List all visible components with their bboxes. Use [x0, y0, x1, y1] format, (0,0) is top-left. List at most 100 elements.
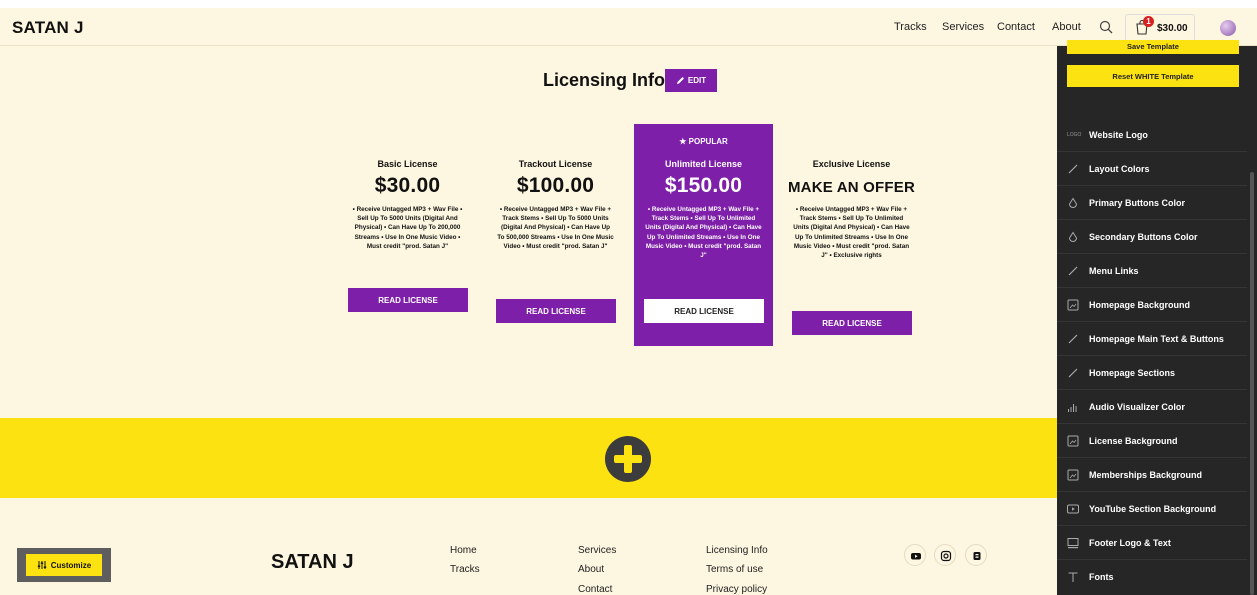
cart-total: $30.00 — [1157, 23, 1188, 34]
panel-item-license-background[interactable]: License Background — [1057, 424, 1247, 458]
license-price: MAKE AN OFFER — [787, 179, 916, 196]
reset-template-button[interactable]: Reset WHITE Template — [1067, 65, 1239, 87]
panel-item-website-logo[interactable]: LOGO Website Logo — [1057, 118, 1247, 152]
panel-item-label: Footer Logo & Text — [1089, 538, 1171, 548]
footer-link-home[interactable]: Home — [450, 545, 477, 556]
popular-tag: ★ POPULAR — [634, 137, 773, 146]
panel-item-primary-buttons-color[interactable]: Primary Buttons Color — [1057, 186, 1247, 220]
panel-item-label: Website Logo — [1089, 130, 1148, 140]
brush-icon — [1067, 333, 1079, 345]
license-price: $100.00 — [516, 174, 595, 197]
drop-icon — [1067, 197, 1079, 209]
panel-scrollbar[interactable] — [1250, 172, 1254, 595]
license-card-unlimited: ★ POPULAR Unlimited License $150.00 • Re… — [634, 124, 773, 346]
customize-container: Customize — [17, 548, 111, 582]
license-description: • Receive Untagged MP3 + Wav File + Trac… — [793, 206, 910, 260]
pencil-icon — [676, 77, 684, 84]
edit-label: EDIT — [687, 76, 707, 85]
avatar[interactable] — [1220, 20, 1236, 36]
license-description: • Receive Untagged MP3 + Wav File + Trac… — [497, 206, 614, 250]
monitor-icon — [1067, 537, 1079, 549]
image-icon — [1067, 435, 1079, 447]
read-license-button[interactable]: READ LICENSE — [496, 299, 616, 323]
nav-tracks[interactable]: Tracks — [894, 21, 927, 33]
panel-item-menu-links[interactable]: Menu Links — [1057, 254, 1247, 288]
footer-link-about[interactable]: About — [578, 564, 604, 575]
panel-item-homepage-background[interactable]: Homepage Background — [1057, 288, 1247, 322]
search-icon[interactable] — [1099, 20, 1113, 34]
license-card-trackout: Trackout License $100.00 • Receive Untag… — [486, 124, 625, 346]
nav-about[interactable]: About — [1052, 21, 1081, 33]
footer-link-tracks[interactable]: Tracks — [450, 564, 480, 575]
license-description: • Receive Untagged MP3 + Wav File + Trac… — [645, 206, 762, 260]
panel-item-audio-visualizer-color[interactable]: Audio Visualizer Color — [1057, 390, 1247, 424]
play-icon — [1067, 503, 1079, 515]
licensing-title: Licensing Info — [543, 70, 666, 90]
license-card-exclusive: Exclusive License MAKE AN OFFER • Receiv… — [782, 124, 921, 346]
panel-item-label: Homepage Sections — [1089, 368, 1176, 378]
nav-contact[interactable]: Contact — [997, 21, 1035, 33]
youtube-icon[interactable] — [904, 544, 926, 566]
footer-link-licensing[interactable]: Licensing Info — [706, 545, 768, 556]
license-price: $30.00 — [374, 174, 441, 197]
customize-label: Customize — [50, 560, 92, 570]
customizer-panel: Save Template Reset WHITE Template LOGO … — [1057, 40, 1257, 595]
brush-icon — [1067, 367, 1079, 379]
panel-item-youtube-section-background[interactable]: YouTube Section Background — [1057, 492, 1247, 526]
brush-icon — [1067, 163, 1079, 175]
bars-icon — [1067, 401, 1079, 413]
text-icon — [1067, 571, 1079, 583]
popular-label: POPULAR — [688, 137, 728, 146]
top-strip — [0, 0, 1257, 8]
add-section-button[interactable] — [605, 436, 651, 482]
footer-link-privacy[interactable]: Privacy policy — [706, 584, 767, 595]
panel-item-footer-logo-text[interactable]: Footer Logo & Text — [1057, 526, 1247, 560]
license-description: • Receive Untagged MP3 + Wav File • Sell… — [352, 206, 463, 250]
drop-icon — [1067, 231, 1079, 243]
panel-item-secondary-buttons-color[interactable]: Secondary Buttons Color — [1057, 220, 1247, 254]
add-section-band — [0, 418, 1057, 498]
customize-button[interactable]: Customize — [26, 554, 102, 576]
panel-item-label: YouTube Section Background — [1089, 504, 1217, 514]
image-icon — [1067, 299, 1079, 311]
panel-item-label: License Background — [1089, 436, 1178, 446]
read-license-button[interactable]: READ LICENSE — [792, 311, 912, 335]
image-icon — [1067, 469, 1079, 481]
panel-item-fonts[interactable]: Fonts — [1057, 560, 1247, 594]
read-license-button[interactable]: READ LICENSE — [644, 299, 764, 323]
save-template-button[interactable]: Save Template — [1067, 40, 1239, 54]
brush-icon — [1067, 265, 1079, 277]
footer-brand[interactable]: SATAN J — [271, 551, 354, 574]
panel-item-label: Fonts — [1089, 572, 1114, 582]
cart-count-badge: 1 — [1143, 16, 1154, 27]
panel-item-homepage-sections[interactable]: Homepage Sections — [1057, 356, 1247, 390]
star-icon: ★ — [679, 137, 687, 146]
instagram-icon[interactable] — [934, 544, 956, 566]
panel-item-label: Homepage Background — [1089, 300, 1191, 310]
license-name: Trackout License — [518, 159, 593, 169]
license-price: $150.00 — [664, 174, 743, 197]
license-name: Exclusive License — [812, 159, 891, 169]
read-license-button[interactable]: READ LICENSE — [348, 288, 468, 312]
beatstars-icon[interactable] — [965, 544, 987, 566]
panel-item-label: Menu Links — [1089, 266, 1139, 276]
panel-item-label: Homepage Main Text & Buttons — [1089, 334, 1224, 344]
edit-button[interactable]: EDIT — [665, 69, 717, 92]
sliders-icon — [37, 561, 46, 569]
site-brand[interactable]: SATAN J — [12, 18, 84, 38]
footer-link-contact[interactable]: Contact — [578, 584, 612, 595]
panel-item-label: Layout Colors — [1089, 164, 1150, 174]
footer-link-services[interactable]: Services — [578, 545, 616, 556]
logo-icon: LOGO — [1067, 132, 1082, 138]
footer-link-terms[interactable]: Terms of use — [706, 564, 763, 575]
nav-services[interactable]: Services — [942, 21, 984, 33]
license-name: Basic License — [377, 159, 438, 169]
license-card-basic: Basic License $30.00 • Receive Untagged … — [338, 124, 477, 346]
panel-item-label: Secondary Buttons Color — [1089, 232, 1198, 242]
panel-item-layout-colors[interactable]: Layout Colors — [1057, 152, 1247, 186]
panel-item-label: Audio Visualizer Color — [1089, 402, 1185, 412]
panel-item-label: Primary Buttons Color — [1089, 198, 1186, 208]
cart-button[interactable]: 1 $30.00 — [1125, 14, 1195, 42]
panel-item-homepage-main-text[interactable]: Homepage Main Text & Buttons — [1057, 322, 1247, 356]
panel-item-memberships-background[interactable]: Memberships Background — [1057, 458, 1247, 492]
